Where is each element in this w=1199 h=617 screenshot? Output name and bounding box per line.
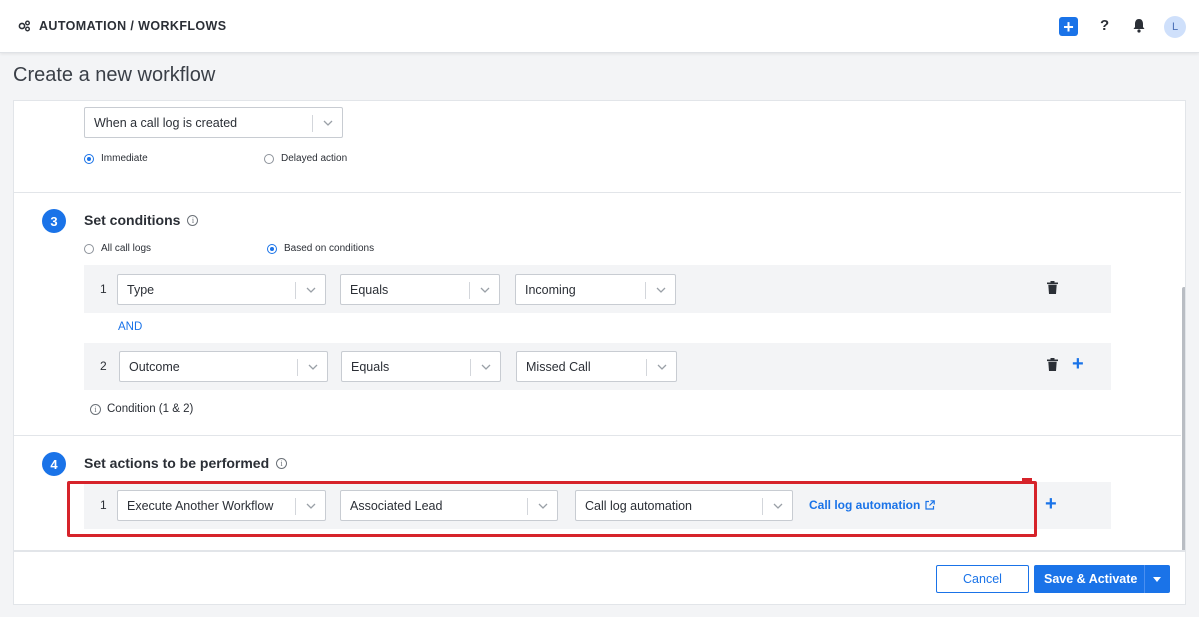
actions-section-title: Set actions to be performed i: [84, 455, 288, 471]
radio-button[interactable]: [84, 243, 94, 254]
step-badge: 3: [42, 209, 66, 233]
row-number: 1: [100, 282, 107, 296]
condition-field-select[interactable]: Outcome: [119, 351, 328, 382]
chevron-down-icon: [656, 287, 666, 293]
conditions-section-title: Set conditions i: [84, 212, 199, 228]
chevron-down-icon: [480, 287, 490, 293]
chevron-down-icon: [481, 364, 491, 370]
top-bar: AUTOMATION / WORKFLOWS + ? L: [0, 0, 1199, 53]
radio-label: Based on conditions: [284, 243, 375, 254]
radio-label: Delayed action: [281, 153, 348, 164]
condition-operator-select[interactable]: Equals: [341, 351, 501, 382]
save-activate-label: Save & Activate: [1044, 572, 1138, 586]
condition-summary: i Condition (1 & 2): [90, 403, 193, 415]
help-icon[interactable]: ?: [1100, 17, 1109, 34]
radio-button-selected[interactable]: [84, 153, 94, 164]
radio-label: Immediate: [101, 153, 148, 164]
scrollbar-thumb[interactable]: [1182, 287, 1185, 550]
add-icon[interactable]: +: [1059, 17, 1078, 36]
trigger-event-value: When a call log is created: [94, 115, 238, 130]
breadcrumb-text[interactable]: AUTOMATION / WORKFLOWS: [39, 19, 226, 33]
add-action-icon[interactable]: +: [1045, 494, 1057, 514]
chevron-down-icon: [657, 364, 667, 370]
add-condition-icon[interactable]: +: [1072, 354, 1084, 374]
section-divider: [14, 435, 1184, 436]
chevron-down-icon: [306, 287, 316, 293]
info-icon[interactable]: i: [276, 457, 288, 469]
trash-icon[interactable]: [1047, 358, 1058, 371]
gears-icon: [18, 20, 30, 32]
save-activate-button[interactable]: Save & Activate: [1034, 565, 1170, 593]
page-title: Create a new workflow: [13, 64, 216, 86]
caret-down-icon[interactable]: [1153, 576, 1161, 582]
step-badge: 4: [42, 452, 66, 476]
radio-label: All call logs: [101, 243, 152, 254]
condition-value-select[interactable]: Missed Call: [516, 351, 677, 382]
highlight-mark: [1022, 478, 1032, 484]
condition-field-select[interactable]: Type: [117, 274, 326, 305]
trigger-event-select[interactable]: When a call log is created: [84, 107, 343, 138]
trash-icon[interactable]: [1047, 281, 1058, 294]
condition-joiner[interactable]: AND: [118, 321, 142, 333]
condition-value-select[interactable]: Incoming: [515, 274, 676, 305]
bell-icon[interactable]: [1132, 18, 1146, 33]
row-number: 2: [100, 359, 107, 373]
radio-button[interactable]: [264, 153, 274, 164]
condition-operator-select[interactable]: Equals: [340, 274, 500, 305]
avatar[interactable]: L: [1164, 16, 1186, 38]
cancel-button[interactable]: Cancel: [936, 565, 1029, 593]
section-divider: [14, 192, 1184, 193]
info-icon: i: [90, 403, 101, 415]
radio-all-call-logs[interactable]: All call logs: [84, 243, 151, 254]
radio-based-on-conditions[interactable]: Based on conditions: [267, 243, 374, 254]
highlight-box: [67, 481, 1037, 537]
chevron-down-icon: [308, 364, 318, 370]
breadcrumb: AUTOMATION / WORKFLOWS: [17, 19, 226, 33]
radio-button-selected[interactable]: [267, 243, 277, 254]
info-icon[interactable]: i: [187, 214, 199, 226]
radio-delayed-action[interactable]: Delayed action: [264, 153, 347, 164]
radio-immediate[interactable]: Immediate: [84, 153, 148, 164]
chevron-down-icon: [323, 120, 333, 126]
